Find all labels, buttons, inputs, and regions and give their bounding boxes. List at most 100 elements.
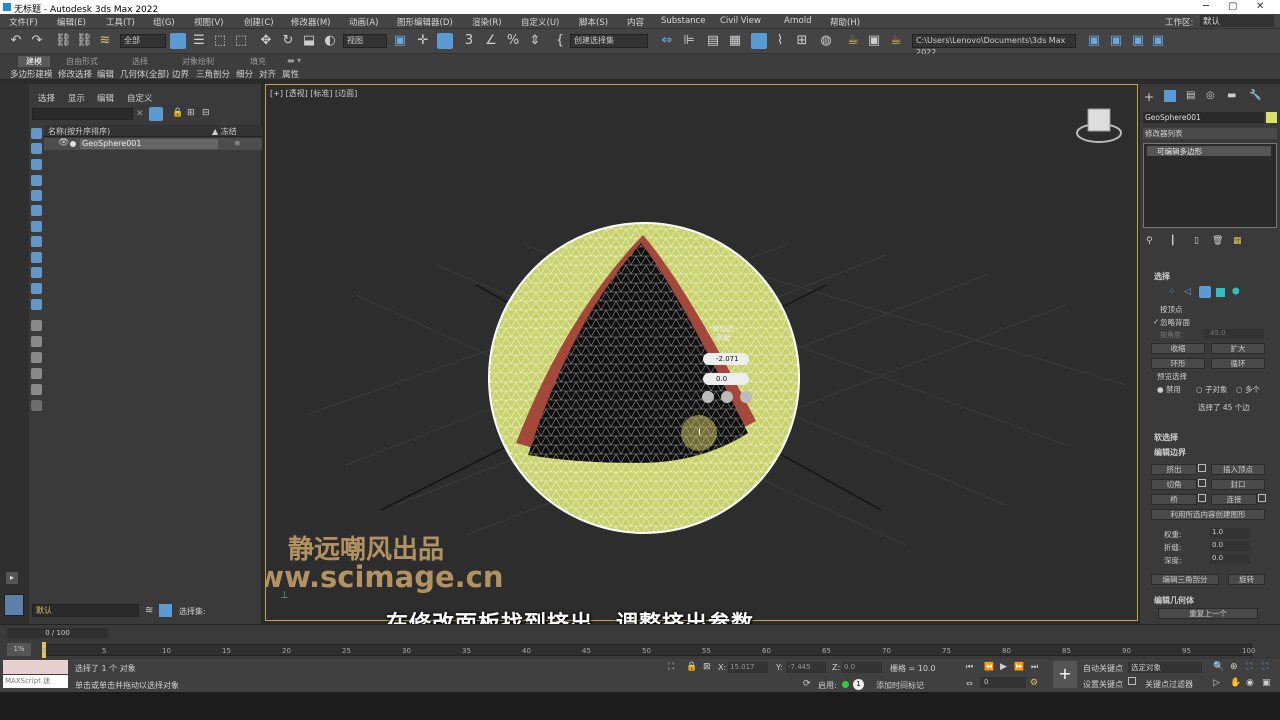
chamfer-settings-icon[interactable] [1198, 479, 1206, 487]
menu-group[interactable]: 组(G) [153, 16, 175, 28]
lock-icon[interactable]: 🔒 [172, 108, 183, 118]
make-unique-icon[interactable]: ▯ [1194, 236, 1199, 246]
goto-start-icon[interactable]: ⏮ [966, 662, 973, 672]
zoom-all-icon[interactable]: ⊕ [1230, 662, 1238, 672]
select-manipulate-icon[interactable]: ✛ [415, 33, 431, 49]
preview-subobj-radio[interactable]: ○ 子对象 [1196, 384, 1227, 395]
menu-help[interactable]: 帮助(H) [830, 16, 860, 28]
ribbon-edit[interactable]: 编辑 [97, 68, 114, 80]
menu-file[interactable]: 文件(F) [9, 16, 38, 28]
menu-content[interactable]: 内容 [627, 16, 644, 28]
display-dependents-icon[interactable] [31, 352, 42, 363]
add-time-tag[interactable]: 添加时间标记 [876, 680, 924, 691]
display-containers-icon[interactable] [31, 283, 42, 294]
goto-end-icon[interactable]: ⏭ [1031, 662, 1038, 672]
chamfer-button[interactable]: 切角 [1151, 479, 1197, 490]
angle-snap-icon[interactable]: ∠ [483, 33, 499, 49]
ring-button[interactable]: 环形 [1151, 358, 1205, 369]
display-hidden-icon[interactable] [31, 320, 42, 331]
pan-icon[interactable]: ✋ [1230, 678, 1241, 688]
modifier-stack[interactable]: 可编辑多边形 [1143, 143, 1277, 228]
bridge-settings-icon[interactable] [1198, 494, 1206, 502]
ribbon-tab-modeling[interactable]: 建模 [18, 56, 50, 67]
caliper-cancel-icon[interactable] [740, 391, 752, 403]
tab-select[interactable]: 选择 [38, 92, 55, 104]
ribbon-geometry-all[interactable]: 几何体(全部) [120, 68, 169, 80]
display-all-icon[interactable] [31, 128, 42, 139]
utilities-tab-icon[interactable]: 🔧 [1249, 90, 1261, 101]
display-lights-icon[interactable] [31, 175, 42, 186]
extrude-height-field[interactable]: -2.071 [703, 353, 749, 365]
project-open-icon[interactable]: ▣ [1108, 33, 1124, 49]
prev-frame-icon[interactable]: ⏪ [984, 662, 994, 671]
edit-named-sel-icon[interactable]: { [552, 33, 568, 49]
snaps-toggle-icon[interactable]: 3 [461, 33, 477, 49]
display-xrefs-icon[interactable] [31, 252, 42, 263]
mirror-icon[interactable]: ⇔ [659, 33, 675, 49]
play-icon[interactable]: ▶ [1000, 662, 1007, 672]
tab-edit[interactable]: 编辑 [97, 92, 114, 104]
display-bones-icon[interactable] [31, 267, 42, 278]
display-shapes-icon[interactable] [31, 159, 42, 170]
move-icon[interactable]: ✥ [258, 33, 274, 49]
menu-substance[interactable]: Substance [661, 16, 705, 26]
auto-key-button[interactable]: 自动关键点 [1083, 663, 1123, 674]
perspective-viewport[interactable]: [+] [透视] [标准] [边面] 挤出边 高度 -2.071 0.0 I 静… [265, 84, 1138, 621]
by-vertex-checkbox[interactable]: 按顶点 [1160, 304, 1183, 315]
project-path-field[interactable]: C:\Users\Lenovo\Documents\3ds Max 2022 [912, 34, 1076, 57]
lock-selection-icon[interactable] [31, 400, 42, 411]
create-shape-button[interactable]: 利用所选内容创建图形 [1151, 509, 1265, 520]
menu-modifiers[interactable]: 修改器(M) [291, 16, 330, 28]
isolate-icon[interactable]: ⛶ [668, 662, 674, 672]
named-selection-dropdown[interactable]: 创建选择集 [570, 34, 648, 48]
edit-borders-rollout[interactable]: 编辑边界 [1154, 447, 1186, 458]
ribbon-tab-object-paint[interactable]: 对象绘制 [182, 56, 214, 67]
caliper-apply-icon[interactable] [721, 391, 733, 403]
turn-button[interactable]: 旋转 [1228, 574, 1265, 585]
show-end-result-icon[interactable]: ┃ [1170, 236, 1175, 246]
weight-field[interactable]: 1.0 [1210, 528, 1250, 538]
clear-search-icon[interactable]: ✕ [136, 109, 144, 119]
menu-scripting[interactable]: 脚本(S) [579, 16, 608, 28]
ignore-backfacing-check-icon[interactable]: ✓ [1153, 317, 1159, 326]
align-icon[interactable]: ⊫ [681, 33, 697, 49]
ribbon-border[interactable]: 边界 [172, 68, 189, 80]
filter-toggle-icon[interactable] [149, 107, 163, 121]
menu-arnold[interactable]: Arnold [784, 16, 812, 26]
layer-explorer-icon[interactable]: ▦ [727, 33, 743, 49]
remove-modifier-icon[interactable]: 🗑 [1212, 236, 1223, 246]
visibility-eye-icon[interactable]: 👁 [58, 138, 69, 148]
select-object-icon[interactable] [170, 33, 186, 49]
key-filters-button[interactable]: 关键点过滤器 [1145, 679, 1193, 690]
render-setup-icon[interactable]: ☕ [845, 33, 861, 49]
selection-rollout[interactable]: 选择 [1154, 271, 1170, 282]
layer-icon[interactable]: ⊟ [202, 108, 210, 118]
soft-selection-rollout[interactable]: 软选择 [1154, 432, 1178, 443]
caliper-ok-icon[interactable] [702, 391, 714, 403]
next-frame-icon[interactable]: ⏩ [1014, 662, 1024, 671]
display-groups-icon[interactable] [31, 236, 42, 247]
ribbon-tab-populate[interactable]: 填充 [250, 56, 266, 67]
expand-arrow-icon[interactable]: ▸ [6, 572, 18, 584]
ribbon-subdivision[interactable]: 细分 [236, 68, 253, 80]
ribbon-toggle-icon[interactable] [751, 33, 767, 49]
crease-field[interactable]: 0.0 [1210, 541, 1250, 551]
trackbar-toggle-icon[interactable]: 1% [7, 643, 31, 656]
close-icon[interactable]: ✕ [1256, 1, 1264, 12]
display-frozen-icon[interactable] [31, 299, 42, 310]
set-key-icon[interactable]: + [1053, 661, 1077, 688]
edit-triangulation-button[interactable]: 编辑三角剖分 [1151, 574, 1219, 585]
ribbon-triangulation[interactable]: 三角剖分 [196, 68, 230, 80]
scale-icon[interactable]: ⬓ [301, 33, 317, 49]
zoom-extents-all-icon[interactable]: ⛶ [1262, 662, 1268, 672]
extrude-width-field[interactable]: 0.0 [703, 373, 749, 385]
schematic-view-icon[interactable]: ⊞ [794, 33, 810, 49]
tab-display[interactable]: 显示 [68, 92, 85, 104]
selection-filter-dropdown[interactable]: 全部 [120, 34, 166, 48]
repeat-last-button[interactable]: 重复上一个 [1158, 608, 1258, 619]
display-cameras-icon[interactable] [31, 190, 42, 201]
render-production-icon[interactable]: ☕ [888, 33, 904, 49]
filter-funnel-icon[interactable] [31, 384, 42, 395]
display-tab-icon[interactable]: ▬ [1227, 90, 1236, 101]
maximize-icon[interactable]: ▢ [1228, 1, 1237, 12]
